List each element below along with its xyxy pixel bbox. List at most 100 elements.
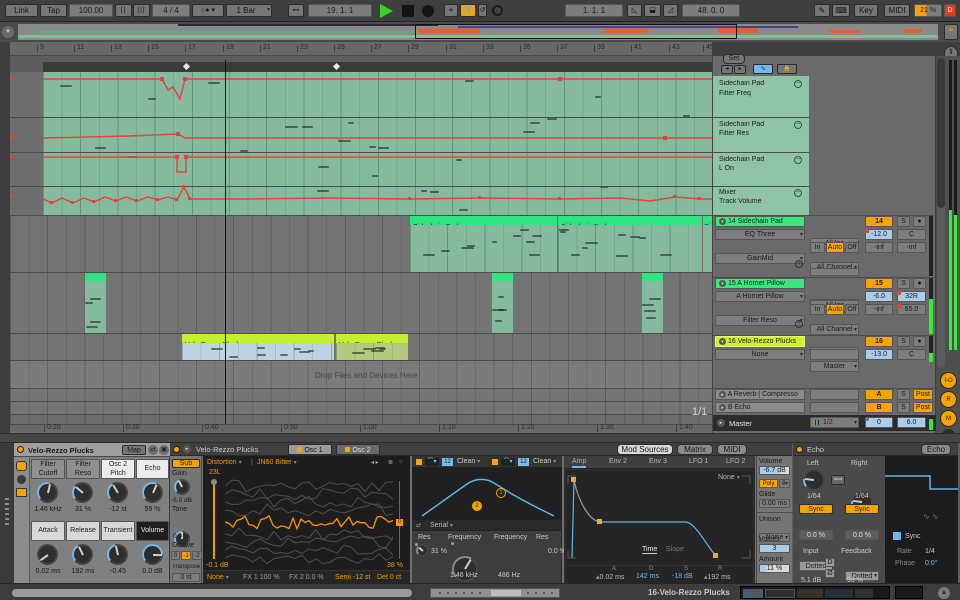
wt-glide-field[interactable]: 0.00 ms	[759, 499, 790, 508]
echo-left-time-knob[interactable]	[803, 469, 825, 491]
mod-tab-lfo1[interactable]: LFO 1	[689, 458, 708, 465]
overview-loop-brace[interactable]	[415, 24, 737, 39]
mod-tab-amp[interactable]: Amp	[572, 458, 586, 468]
param-chooser[interactable]: GainMid	[715, 253, 805, 264]
horizontal-splitter[interactable]	[0, 433, 960, 443]
return-number[interactable]: A	[865, 389, 893, 400]
remove-lane-icon[interactable]: −	[794, 156, 802, 164]
link-button[interactable]: Link	[5, 4, 38, 17]
wavetable-category-chooser[interactable]: Distortion	[207, 459, 242, 466]
metronome-nudge-down-icon[interactable]: ||	[115, 4, 132, 17]
track-number[interactable]: 15	[865, 278, 893, 289]
wt-poly-voices[interactable]: 8	[779, 479, 790, 488]
input-channel-chooser[interactable]: All Channel	[810, 324, 859, 335]
solo-button[interactable]: S	[897, 336, 910, 347]
echo-dry-wet-toggle[interactable]: D	[825, 558, 835, 567]
arrangement-area[interactable]: Sidechain Pad Sidechain Pad Sid A Hor A …	[10, 56, 712, 433]
solo-button[interactable]: S	[897, 402, 910, 413]
rack-keys-toggle[interactable]	[16, 488, 27, 497]
volume-field[interactable]: -12.0	[865, 229, 893, 240]
osc-semi-value[interactable]: Semi -12 st	[335, 574, 370, 581]
pre-post-toggle[interactable]: Post	[913, 402, 933, 413]
instrument-rack-device[interactable]: Velo-Rezzo Plucks Map ⇄ ▣ Filter Cutoff …	[14, 443, 170, 583]
macro-knob[interactable]	[142, 482, 163, 503]
playhead[interactable]	[225, 60, 226, 424]
tab-mod-sources[interactable]: Mod Sources	[617, 444, 673, 455]
echo-right-sync-toggle[interactable]: Sync	[845, 504, 879, 514]
prev-automation-icon[interactable]: ◂	[721, 65, 733, 74]
lane-header-l-on[interactable]: Sidechain Pad L On −	[713, 153, 809, 186]
monitor-in[interactable]: In	[810, 304, 825, 315]
filter1-type-chooser[interactable]: Clean	[457, 458, 480, 465]
session-record-button[interactable]	[492, 5, 503, 16]
key-map-button[interactable]: Key	[854, 4, 878, 17]
computer-midi-keyboard-icon[interactable]: ⌨	[832, 4, 850, 17]
echo-tab[interactable]: Echo	[921, 444, 951, 455]
echo-left-sync-toggle[interactable]: Sync	[799, 504, 833, 514]
device-chooser[interactable]: A Hornet Pillow	[715, 291, 805, 302]
mod-tab-env3[interactable]: Env 3	[649, 458, 667, 465]
track-title[interactable]: ▾ 15 A Hornet Pillow	[715, 278, 805, 289]
solo-button[interactable]: S	[897, 278, 910, 289]
filter1-slope[interactable]: 12	[442, 458, 453, 466]
draw-mode-icon[interactable]: ✎	[814, 4, 830, 17]
rack-chain-toggle[interactable]	[17, 475, 26, 484]
filter-response-display[interactable]: 1 2	[412, 468, 562, 520]
filter2-toggle[interactable]	[492, 459, 498, 465]
bar-ruler[interactable]: 9 11 13 15 17 19 21 23 25 27 29 31 33 35…	[10, 42, 712, 56]
volume-field[interactable]: -13.0	[865, 349, 893, 360]
lane-header-track-volume[interactable]: Mixer Track Volume −	[713, 187, 809, 215]
env-sustain-value[interactable]: -18 dB	[672, 573, 693, 580]
lock-envelopes-icon[interactable]: 🔒	[777, 64, 797, 74]
remove-lane-icon[interactable]: −	[794, 189, 802, 197]
filter2-handle[interactable]: 2	[472, 501, 482, 511]
device-chooser[interactable]: None	[715, 349, 805, 360]
stop-button[interactable]	[402, 5, 414, 17]
automation-curves[interactable]	[10, 56, 712, 216]
clip-sidechain-pad-2[interactable]: Sidechain Pad	[558, 216, 702, 272]
mod-tab-lfo2[interactable]: LFO 2	[726, 458, 745, 465]
clip-a-hornet-3[interactable]: A Hor	[642, 273, 663, 333]
master-volume-field[interactable]: 6.0	[897, 417, 926, 428]
automation-arm-button[interactable]: 🔗	[460, 4, 476, 17]
env-attack-value[interactable]: ▴0.02 ms	[596, 573, 624, 581]
fold-status-bar-icon[interactable]: ▲	[938, 587, 950, 599]
device-chain-extra[interactable]	[895, 586, 923, 599]
clip-velo-rezzo-1[interactable]: Velo-Rezzo Plucks	[182, 334, 334, 360]
macro-knob[interactable]	[107, 482, 128, 503]
quantize-menu[interactable]: 1 Bar	[226, 4, 272, 17]
macro-map-button[interactable]: Map	[122, 445, 146, 455]
track-number[interactable]: 16	[865, 336, 893, 347]
metronome-icon[interactable]: |||	[133, 4, 150, 17]
overview-menu-icon[interactable]: ≡	[944, 24, 958, 40]
loop-start-field[interactable]: 1. 1. 1	[565, 4, 623, 17]
device-chooser[interactable]: EQ Three	[715, 229, 805, 240]
monitor-auto[interactable]: Auto	[826, 242, 844, 253]
mixer-section-toggle[interactable]: M	[940, 410, 957, 427]
wt-amount-field[interactable]: 11 %	[759, 564, 790, 573]
add-lane-icon[interactable]: +	[795, 320, 803, 328]
clip-sidechain-pad-3[interactable]: Sid	[703, 216, 712, 272]
loop-set-button[interactable]: Set	[723, 54, 745, 64]
filter1-res-knob[interactable]	[416, 544, 429, 557]
wt-volume-field[interactable]: -6.7 dB	[759, 466, 790, 475]
clip-a-hornet-2[interactable]: A Hor	[492, 273, 513, 333]
follow-button[interactable]: ⊷	[288, 4, 304, 17]
monitor-off[interactable]: Off	[845, 304, 859, 315]
tab-osc-1[interactable]: Osc 1	[288, 444, 332, 455]
wavetable-device[interactable]: ▸ Velo-Rezzo Plucks Osc 1 Osc 2 Mod Sour…	[170, 443, 792, 583]
solo-button[interactable]: S	[897, 216, 910, 227]
rack-macro-toggle[interactable]	[16, 461, 27, 471]
arm-button[interactable]: ●	[913, 278, 926, 289]
pan-field[interactable]: C	[897, 229, 926, 240]
macro-filter-reso[interactable]: Filter Reso 31 %	[66, 459, 100, 519]
device-view-side-strip[interactable]	[0, 443, 14, 583]
macro-attack[interactable]: Attack 0.02 ms	[31, 521, 65, 581]
device-chain-minimap[interactable]	[740, 586, 890, 599]
env-release-value[interactable]: ▴192 ms	[704, 573, 730, 581]
filter1-handle[interactable]: 1	[496, 488, 506, 498]
next-automation-icon[interactable]: ▸	[734, 65, 746, 74]
osc-effect-mode-chooser[interactable]: None	[207, 574, 229, 581]
macro-knob[interactable]	[107, 544, 128, 565]
envelope-loop-mode[interactable]: None	[718, 474, 740, 481]
